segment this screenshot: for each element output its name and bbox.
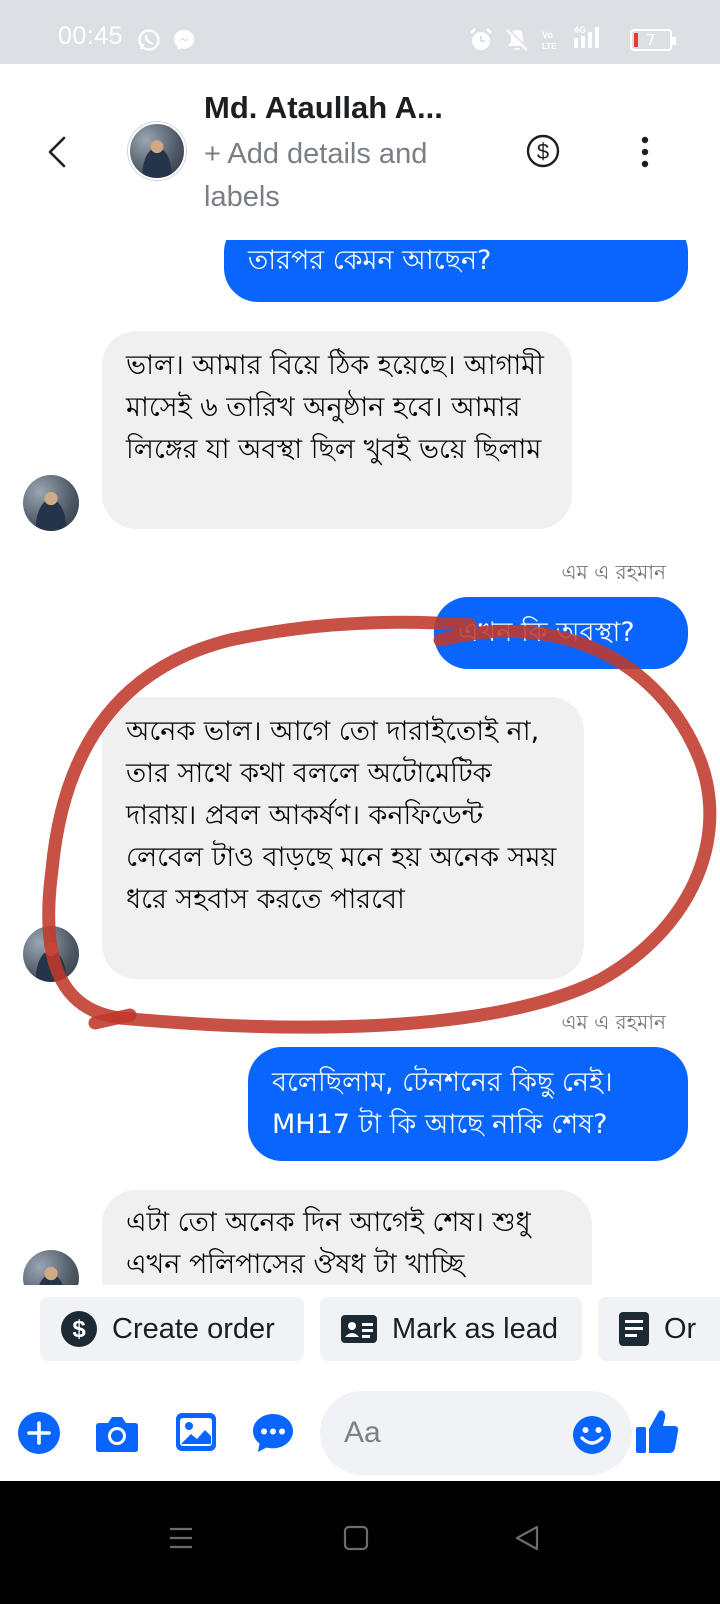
home-nav-icon[interactable] [343, 1525, 369, 1551]
contact-avatar[interactable] [128, 122, 186, 180]
orders-button[interactable]: Or [598, 1297, 720, 1361]
sender-avatar[interactable] [23, 926, 79, 982]
message-text: এখন কি অবস্থা? [458, 617, 635, 648]
message-input-container [320, 1391, 632, 1475]
more-options-icon[interactable] [630, 134, 660, 170]
message-bubble-outgoing[interactable]: বলেছিলাম, টেনশনের কিছু নেই। MH17 টা কি আ… [248, 1047, 688, 1161]
message-bubble-incoming[interactable]: এটা তো অনেক দিন আগেই শেষ। শুধু এখন পলিপা… [102, 1190, 592, 1285]
document-icon [619, 1312, 649, 1346]
status-time: 00:45 [58, 22, 124, 50]
create-order-label: Create order [112, 1312, 275, 1345]
sender-name: এম এ রহমান [561, 560, 666, 584]
mark-as-lead-button[interactable]: Mark as lead [320, 1297, 582, 1361]
plus-icon[interactable] [17, 1411, 61, 1455]
camera-icon[interactable] [95, 1413, 139, 1453]
thumbs-up-icon[interactable] [634, 1407, 680, 1455]
message-bubble-incoming[interactable]: ভাল। আমার বিয়ে ঠিক হয়েছে। আগামী মাসেই … [102, 331, 572, 529]
payment-dollar-button[interactable]: $ [526, 134, 560, 168]
chat-bubble-icon[interactable] [251, 1412, 295, 1454]
messenger-icon [174, 30, 194, 50]
dollar-icon: $ [61, 1311, 97, 1347]
message-input[interactable] [344, 1413, 544, 1453]
message-list[interactable]: তারপর কেমন আছেন? ভাল। আমার বিয়ে ঠিক হয়… [0, 240, 720, 1285]
volte-icon: Vo LTE [542, 30, 557, 51]
mark-as-lead-label: Mark as lead [392, 1312, 559, 1345]
message-bubble-outgoing[interactable]: এখন কি অবস্থা? [434, 597, 688, 669]
message-text: এটা তো অনেক দিন আগেই শেষ। শুধু এখন পলিপা… [126, 1207, 531, 1280]
message-bubble-incoming[interactable]: অনেক ভাল। আগে তো দারাইতোই না, তার সাথে ক… [102, 697, 584, 979]
signal-icon: 4G [574, 25, 599, 48]
message-bubble-outgoing[interactable]: তারপর কেমন আছেন? [224, 240, 688, 302]
message-composer [0, 1381, 720, 1481]
whatsapp-icon [138, 29, 160, 51]
message-text: অনেক ভাল। আগে তো দারাইতোই না, তার সাথে ক… [126, 716, 557, 915]
battery-level: 7 [646, 31, 656, 49]
message-text: তারপর কেমন আছেন? [248, 245, 492, 276]
quick-actions-bar: $ Create order Mark as lead Or [0, 1285, 720, 1381]
sender-avatar[interactable] [23, 475, 79, 531]
alarm-icon [470, 28, 492, 50]
orders-label: Or [664, 1312, 697, 1345]
back-nav-icon[interactable] [514, 1525, 540, 1551]
gallery-icon[interactable] [175, 1412, 217, 1452]
system-navigation-bar [0, 1481, 720, 1604]
add-details-link[interactable]: + Add details and labels [204, 133, 504, 219]
battery-icon: 7 [630, 29, 676, 51]
sender-avatar[interactable] [23, 1250, 79, 1285]
back-arrow-icon[interactable] [40, 134, 76, 170]
network-label: 4G [574, 25, 586, 35]
message-text: বলেছিলাম, টেনশনের কিছু নেই। MH17 টা কি আ… [272, 1067, 613, 1140]
contact-card-icon [341, 1315, 377, 1343]
svg-text:$: $ [72, 1316, 86, 1343]
contact-name[interactable]: Md. Ataullah A... [204, 90, 443, 126]
message-text: ভাল। আমার বিয়ে ঠিক হয়েছে। আগামী মাসেই … [126, 350, 544, 465]
svg-text:$: $ [537, 139, 549, 164]
mute-icon [506, 28, 529, 51]
menu-nav-icon[interactable] [168, 1525, 194, 1551]
svg-text:Vo: Vo [542, 30, 553, 40]
status-bar: 00:45 Vo LTE 4G 7 [0, 0, 720, 64]
svg-text:LTE: LTE [542, 42, 557, 51]
sender-name: এম এ রহমান [561, 1010, 666, 1034]
create-order-button[interactable]: $ Create order [40, 1297, 304, 1361]
emoji-icon[interactable] [572, 1415, 612, 1455]
